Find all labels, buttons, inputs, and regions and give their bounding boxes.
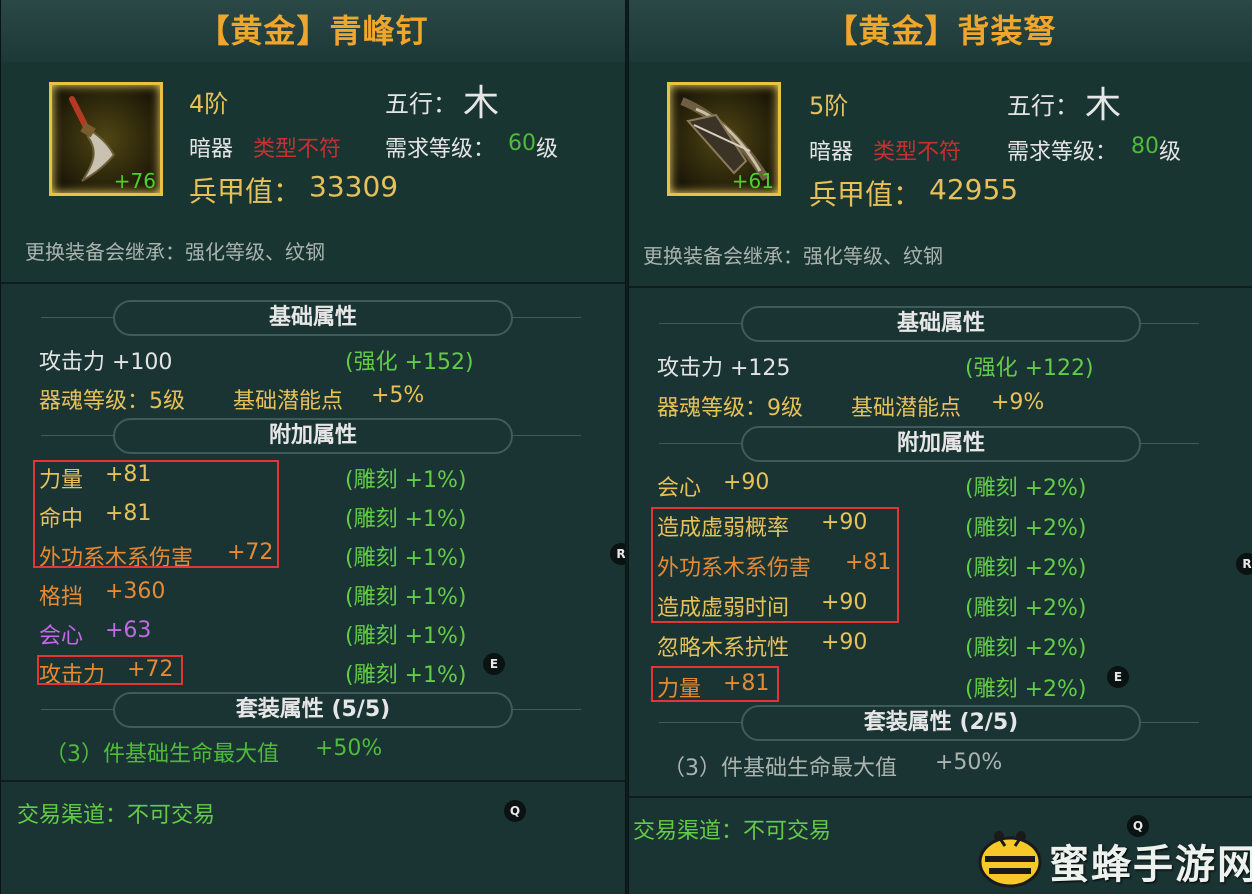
item-tooltip-left: 【黄金】青峰钉 +76 4阶 五行： 木 暗器 类型不符 需求等级： 60 级 … (0, 0, 626, 894)
attr-carve: (雕刻 +2%) (965, 556, 1087, 581)
attr-value: +90 (723, 470, 770, 495)
armor-value: 33309 (309, 170, 399, 203)
wuxing-label: 五行： (385, 90, 457, 118)
potential-value: +9% (991, 390, 1045, 415)
divider (1, 282, 625, 284)
attr-carve: (雕刻 +2%) (965, 516, 1087, 541)
inherit-note: 更换装备会继承：强化等级、纹钢 (25, 240, 325, 264)
base-attributes-header: 基础属性 (1, 300, 625, 336)
extra-attributes-header: 附加属性 (629, 426, 1252, 462)
attr-carve: (雕刻 +1%) (345, 468, 467, 493)
highlight-box (651, 666, 779, 702)
armor-label: 兵甲值： (189, 175, 302, 208)
divider (629, 286, 1252, 288)
set-attributes-title: 套装属性 (2/5) (863, 710, 1019, 735)
item-icon: +61 (667, 82, 781, 196)
enhance-level: +61 (731, 169, 774, 193)
level-value: 80 (1131, 134, 1159, 159)
bee-logo-icon (978, 831, 1042, 888)
item-tooltip-right: 【黄金】背装弩 +61 5阶 五行： 木 暗器 类型不符 需求等级： 80 级 … (628, 0, 1252, 894)
attr-carve: (雕刻 +2%) (965, 636, 1087, 661)
item-tier: 4阶 (189, 90, 229, 118)
item-title: 【黄金】背装弩 (629, 0, 1252, 63)
set-effect: （3）件基础生命最大值 (663, 756, 897, 781)
highlight-box (37, 655, 183, 685)
inherit-note: 更换装备会继承：强化等级、纹钢 (643, 244, 943, 268)
hotkey-q[interactable]: Q (504, 800, 526, 822)
armor-label: 兵甲值： (809, 178, 922, 211)
attr-value: +360 (105, 579, 166, 604)
item-category: 暗器 (189, 137, 234, 162)
type-mismatch-warning: 类型不符 (253, 137, 342, 162)
highlight-box (33, 460, 279, 568)
attr-name: 忽略木系抗性 (657, 636, 790, 661)
soul-level: 器魂等级：9级 (657, 396, 803, 421)
base-attributes-title: 基础属性 (268, 305, 357, 330)
attr-carve: (雕刻 +2%) (965, 476, 1087, 501)
base-attributes-header: 基础属性 (629, 306, 1252, 342)
set-effect-value: +50% (935, 750, 1003, 775)
divider (1, 780, 625, 782)
set-attributes-title: 套装属性 (5/5) (235, 697, 391, 722)
attr-carve: (雕刻 +2%) (965, 596, 1087, 621)
set-attributes-header: 套装属性 (2/5) (629, 705, 1252, 741)
potential-label: 基础潜能点 (233, 389, 344, 414)
level-unit: 级 (1159, 140, 1182, 165)
item-category: 暗器 (809, 140, 854, 165)
base-strengthen: (强化 +152) (345, 350, 474, 375)
hotkey-e[interactable]: E (1107, 666, 1129, 688)
hotkey-r[interactable]: R (1236, 553, 1252, 575)
extra-attributes-title: 附加属性 (268, 423, 357, 448)
divider (629, 796, 1252, 798)
level-label: 需求等级： (385, 137, 496, 162)
attr-name: 会心 (39, 624, 84, 649)
item-tier: 5阶 (809, 92, 849, 120)
attr-carve: (雕刻 +1%) (345, 663, 467, 688)
potential-value: +5% (371, 383, 425, 408)
attr-carve: (雕刻 +1%) (345, 507, 467, 532)
attr-carve: (雕刻 +1%) (345, 624, 467, 649)
base-strengthen: (强化 +122) (965, 356, 1094, 381)
hotkey-r[interactable]: R (610, 543, 625, 565)
trade-channel: 交易渠道：不可交易 (17, 803, 216, 828)
level-unit: 级 (536, 137, 559, 162)
attr-carve: (雕刻 +1%) (345, 546, 467, 571)
attr-value: +63 (105, 618, 152, 643)
extra-attributes-title: 附加属性 (896, 431, 985, 456)
base-attack: 攻击力 +125 (657, 356, 791, 381)
potential-label: 基础潜能点 (851, 396, 962, 421)
type-mismatch-warning: 类型不符 (873, 140, 962, 165)
attr-name: 会心 (657, 476, 702, 501)
soul-level: 器魂等级：5级 (39, 389, 185, 414)
enhance-level: +76 (113, 169, 156, 193)
level-value: 60 (508, 131, 536, 156)
highlight-box (651, 507, 899, 623)
base-attack: 攻击力 +100 (39, 350, 173, 375)
extra-attributes-header: 附加属性 (1, 418, 625, 454)
set-effect-value: +50% (315, 736, 383, 761)
set-effect: （3）件基础生命最大值 (45, 742, 279, 767)
wuxing-wood-glyph: 木 (463, 83, 500, 124)
item-title: 【黄金】青峰钉 (1, 0, 625, 63)
hotkey-e[interactable]: E (483, 653, 505, 675)
trade-channel: 交易渠道：不可交易 (633, 819, 832, 844)
attr-carve: (雕刻 +1%) (345, 585, 467, 610)
attr-carve: (雕刻 +2%) (965, 677, 1087, 702)
watermark-text: 蜜蜂手游网 (1049, 842, 1252, 888)
wuxing-wood-glyph: 木 (1085, 85, 1122, 126)
item-icon: +76 (49, 82, 163, 196)
level-label: 需求等级： (1007, 140, 1118, 165)
base-attributes-title: 基础属性 (896, 311, 985, 336)
wuxing-label: 五行： (1007, 92, 1079, 120)
attr-value: +90 (821, 630, 868, 655)
armor-value: 42955 (929, 173, 1019, 206)
attr-name: 格挡 (39, 585, 84, 610)
watermark: 蜜蜂手游网 (975, 822, 1252, 892)
set-attributes-header: 套装属性 (5/5) (1, 692, 625, 728)
